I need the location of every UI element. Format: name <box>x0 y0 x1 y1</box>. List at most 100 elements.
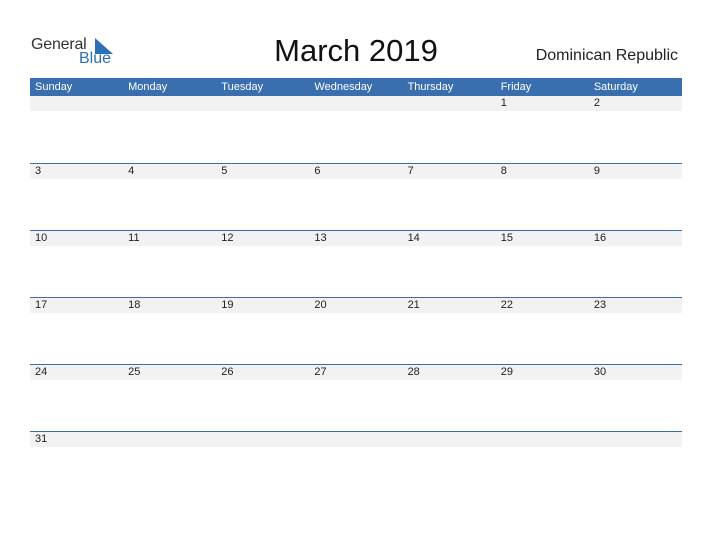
day-number: 30 <box>588 365 682 380</box>
day-number <box>30 96 124 111</box>
day-number <box>216 96 310 111</box>
day-number: 3 <box>30 164 124 179</box>
day-cell: 11 <box>123 231 217 297</box>
weekday-header-row: Sunday Monday Tuesday Wednesday Thursday… <box>30 78 682 96</box>
weeks-container: 1 2 3 4 5 6 7 8 9 10 11 12 13 14 15 16 17 18 19 20 21 22 23 24 2… <box>30 96 682 498</box>
weekday-header: Monday <box>128 81 168 93</box>
day-number: 18 <box>123 298 217 313</box>
empty-day-cell <box>309 432 403 498</box>
day-number: 29 <box>495 365 589 380</box>
empty-day-cell <box>123 96 217 163</box>
day-cell: 26 <box>216 365 310 431</box>
day-number <box>123 432 217 447</box>
day-cell: 12 <box>216 231 310 297</box>
empty-day-cell <box>30 96 124 163</box>
day-number: 22 <box>495 298 589 313</box>
empty-day-cell <box>123 432 217 498</box>
weekday-header: Wednesday <box>314 81 373 93</box>
day-number: 13 <box>309 231 403 246</box>
day-cell: 4 <box>123 164 217 230</box>
week-row: 31 <box>30 431 682 498</box>
weekday-header: Friday <box>500 81 532 93</box>
day-number: 26 <box>216 365 310 380</box>
day-number <box>588 432 682 447</box>
weekday-header: Saturday <box>593 81 638 93</box>
day-cell: 8 <box>495 164 589 230</box>
weekday-header: Tuesday <box>221 81 264 93</box>
calendar-grid: Sunday Monday Tuesday Wednesday Thursday… <box>30 78 682 498</box>
day-number: 15 <box>495 231 589 246</box>
day-cell: 10 <box>30 231 124 297</box>
day-number: 17 <box>30 298 124 313</box>
day-number: 19 <box>216 298 310 313</box>
day-number <box>309 432 403 447</box>
week-row: 24 25 26 27 28 29 30 <box>30 364 682 431</box>
day-cell: 7 <box>402 164 496 230</box>
day-number: 12 <box>216 231 310 246</box>
day-number: 11 <box>123 231 217 246</box>
week-row: 17 18 19 20 21 22 23 <box>30 297 682 364</box>
day-cell: 3 <box>30 164 124 230</box>
day-cell: 6 <box>309 164 403 230</box>
day-cell: 14 <box>402 231 496 297</box>
day-cell: 16 <box>588 231 682 297</box>
day-cell: 30 <box>588 365 682 431</box>
day-number <box>402 96 496 111</box>
empty-day-cell <box>588 432 682 498</box>
day-number: 6 <box>309 164 403 179</box>
day-number <box>123 96 217 111</box>
day-number: 27 <box>309 365 403 380</box>
day-number: 1 <box>495 96 589 111</box>
day-number: 7 <box>402 164 496 179</box>
week-row: 10 11 12 13 14 15 16 <box>30 230 682 297</box>
day-cell: 22 <box>495 298 589 364</box>
day-cell: 1 <box>495 96 589 163</box>
day-cell: 24 <box>30 365 124 431</box>
day-cell: 27 <box>309 365 403 431</box>
day-cell: 23 <box>588 298 682 364</box>
day-number: 9 <box>588 164 682 179</box>
day-cell: 20 <box>309 298 403 364</box>
empty-day-cell <box>309 96 403 163</box>
weekday-header: Thursday <box>407 81 454 93</box>
day-number: 28 <box>402 365 496 380</box>
day-number: 14 <box>402 231 496 246</box>
day-cell: 19 <box>216 298 310 364</box>
day-cell: 31 <box>30 432 124 498</box>
day-cell: 9 <box>588 164 682 230</box>
day-number <box>495 432 589 447</box>
empty-day-cell <box>402 96 496 163</box>
day-number <box>309 96 403 111</box>
day-cell: 15 <box>495 231 589 297</box>
day-cell: 21 <box>402 298 496 364</box>
day-number: 4 <box>123 164 217 179</box>
empty-day-cell <box>495 432 589 498</box>
week-row: 3456789 <box>30 163 682 230</box>
day-number <box>216 432 310 447</box>
day-cell: 2 <box>588 96 682 163</box>
day-cell: 5 <box>216 164 310 230</box>
empty-day-cell <box>216 96 310 163</box>
day-cell: 25 <box>123 365 217 431</box>
day-cell: 28 <box>402 365 496 431</box>
day-number: 2 <box>588 96 682 111</box>
day-cell: 18 <box>123 298 217 364</box>
day-number: 31 <box>30 432 124 447</box>
day-number: 16 <box>588 231 682 246</box>
empty-day-cell <box>402 432 496 498</box>
day-number: 20 <box>309 298 403 313</box>
day-cell: 13 <box>309 231 403 297</box>
empty-day-cell <box>216 432 310 498</box>
day-number <box>402 432 496 447</box>
week-row: 12 <box>30 96 682 163</box>
day-number: 10 <box>30 231 124 246</box>
day-number: 8 <box>495 164 589 179</box>
day-number: 24 <box>30 365 124 380</box>
day-cell: 17 <box>30 298 124 364</box>
day-number: 23 <box>588 298 682 313</box>
day-cell: 29 <box>495 365 589 431</box>
day-number: 5 <box>216 164 310 179</box>
day-number: 21 <box>402 298 496 313</box>
day-number: 25 <box>123 365 217 380</box>
weekday-header: Sunday <box>35 81 73 93</box>
